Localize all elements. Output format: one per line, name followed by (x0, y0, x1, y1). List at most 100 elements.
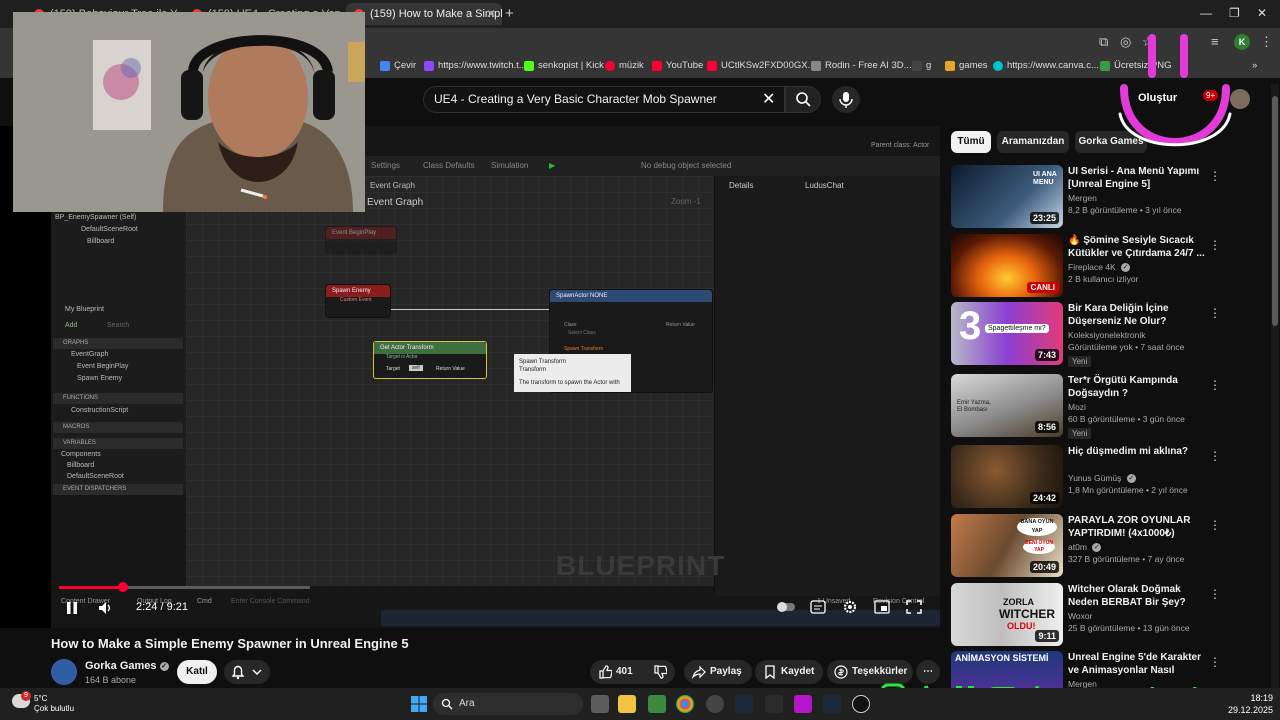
more-vertical-icon[interactable]: ⋮ (1209, 306, 1221, 320)
recommendation-channel[interactable]: Fireplace 4K ✓ (1068, 262, 1131, 272)
maximize-icon[interactable]: ❐ (1229, 6, 1240, 20)
recommendation-title[interactable]: Unreal Engine 5'de Karakter ve Animasyon… (1068, 651, 1208, 677)
steam-icon[interactable] (823, 695, 841, 713)
store-icon[interactable] (648, 695, 666, 713)
system-clock[interactable]: 18:19 29.12.2025 (1228, 692, 1273, 716)
pause-icon[interactable] (64, 600, 80, 616)
browser-tab-active[interactable]: (159) How to Make a Simple ✕ (346, 3, 502, 25)
bookmark-item[interactable]: Rodin - Free AI 3D... (811, 60, 912, 71)
more-vertical-icon[interactable]: ⋮ (1209, 587, 1221, 601)
obs-icon[interactable] (706, 695, 724, 713)
fullscreen-icon[interactable] (906, 600, 922, 614)
steam-icon[interactable] (735, 695, 753, 713)
share-button[interactable]: Paylaş (684, 660, 752, 684)
recommendation-title[interactable]: Bir Kara Deliğin İçine Düşerseniz Ne Olu… (1068, 302, 1208, 328)
recommendation-channel[interactable]: Koleksiyonelektronik (1068, 330, 1145, 340)
save-button[interactable]: Kaydet (755, 660, 823, 684)
recommendation-channel[interactable]: Woxor (1068, 611, 1092, 621)
dislike-button[interactable] (645, 660, 675, 684)
video-thumbnail[interactable]: 24:42 (951, 445, 1063, 508)
video-thumbnail[interactable]: BANA OYUN YAP BENİ OYUN YAP 20:49 (951, 514, 1063, 577)
ue-my-blueprint-panel: BP_EnemySpawner (Self) DefaultSceneRoot … (51, 208, 186, 495)
new-tab-button[interactable]: + (505, 5, 514, 22)
taskbar-search[interactable]: Ara (433, 693, 583, 715)
twitch-app-icon[interactable] (794, 695, 812, 713)
close-tab-icon[interactable]: ✕ (486, 7, 496, 21)
task-view-icon[interactable] (591, 695, 609, 713)
kick-icon (524, 60, 534, 71)
video-thumbnail[interactable]: CANLI (951, 234, 1063, 297)
page-scrollbar-thumb[interactable] (1272, 96, 1278, 326)
recommendation-item[interactable]: BANA OYUN YAP BENİ OYUN YAP 20:49 PARAYL… (951, 514, 1271, 578)
cast-icon[interactable]: ⧉ (1099, 34, 1108, 50)
chrome-icon[interactable] (676, 695, 694, 713)
bookmark-item[interactable]: games (945, 60, 988, 71)
more-vertical-icon[interactable]: ⋮ (1209, 449, 1221, 463)
epic-games-icon[interactable] (765, 695, 783, 713)
recommendation-item[interactable]: CANLI 🔥 Şömine Sesiyle Sıcacık Kütükler … (951, 234, 1271, 298)
file-explorer-icon[interactable] (618, 695, 636, 713)
close-window-icon[interactable]: ✕ (1257, 6, 1267, 20)
recommendation-channel[interactable]: Mergen (1068, 193, 1097, 203)
bookmark-item[interactable]: UCtlKSw2FXD00GX... (707, 60, 816, 71)
recommendation-title[interactable]: Witcher Olarak Doğmak Neden BERBAT Bir Ş… (1068, 583, 1208, 609)
windows-start-icon[interactable] (410, 695, 428, 713)
search-input[interactable]: UE4 - Creating a Very Basic Character Mo… (423, 86, 785, 113)
recommendation-channel[interactable]: at0m ✓ (1068, 542, 1102, 552)
thanks-button[interactable]: Teşekkürler (827, 660, 913, 684)
recommendation-item[interactable]: ZORLA WITCHER OLDU! 9:11 Witcher Olarak … (951, 583, 1271, 647)
more-vertical-icon[interactable]: ⋮ (1209, 378, 1221, 392)
bookmark-item[interactable]: senkopist | Kick (524, 60, 604, 71)
bookmark-item[interactable]: https://www.twitch.t... (424, 60, 527, 71)
channel-avatar[interactable] (51, 659, 77, 685)
progress-scrubber[interactable] (118, 582, 128, 592)
bookmark-item[interactable]: Çevir (380, 60, 416, 71)
more-vertical-icon[interactable]: ⋮ (1209, 238, 1221, 252)
recommendation-title[interactable]: Ter*r Örgütü Kampında Doğsaydın ? (1068, 374, 1208, 400)
search-button[interactable] (785, 86, 821, 113)
video-thumbnail[interactable]: Emir Yazma, El Bombası 8:56 (951, 374, 1063, 437)
more-vertical-icon[interactable]: ⋮ (1209, 518, 1221, 532)
video-thumbnail[interactable]: UI ANA MENU 23:25 (951, 165, 1063, 228)
my-blueprint-tab: My Blueprint (65, 306, 104, 313)
autoplay-toggle-icon[interactable] (776, 601, 796, 613)
recommendation-title[interactable]: Hiç düşmedim mi aklına? (1068, 445, 1208, 458)
voice-search-button[interactable] (832, 86, 860, 113)
more-actions-button[interactable]: ⋯ (916, 660, 940, 684)
chip-all[interactable]: Tümü (951, 131, 991, 153)
more-vertical-icon[interactable]: ⋮ (1209, 655, 1221, 669)
bookmark-item[interactable]: müzik (605, 60, 644, 71)
join-button[interactable]: Katıl (177, 660, 217, 684)
recommendation-title[interactable]: 🔥 Şömine Sesiyle Sıcacık Kütükler ve Çıt… (1068, 234, 1208, 260)
video-thumbnail[interactable]: ZORLA WITCHER OLDU! 9:11 (951, 583, 1063, 646)
chip-from-search[interactable]: Aramanızdan (997, 131, 1069, 153)
bookmark-item[interactable]: https://www.canva.c... (993, 60, 1099, 71)
more-vertical-icon[interactable]: ⋮ (1209, 169, 1221, 183)
bookmark-item[interactable]: g (912, 60, 931, 71)
more-menu-icon[interactable]: ⋮ (1260, 34, 1273, 50)
recommendation-title[interactable]: PARAYLA ZOR OYUNLAR YAPTIRDIM! (4x1000₺) (1068, 514, 1208, 540)
recommendation-item[interactable]: 24:42 Hiç düşmedim mi aklına? Yunus Gümü… (951, 445, 1271, 509)
miniplayer-icon[interactable] (874, 600, 890, 614)
recommendation-title[interactable]: UI Serisi - Ana Menü Yapımı [Unreal Engi… (1068, 165, 1208, 191)
bookmark-item[interactable]: YouTube (652, 60, 703, 71)
profile-avatar[interactable]: K (1234, 34, 1250, 50)
clear-search-icon[interactable]: ✕ (762, 89, 775, 109)
video-thumbnail[interactable]: 3 Spagettileşme mi? 7:43 (951, 302, 1063, 365)
recommendation-item[interactable]: UI ANA MENU 23:25 UI Serisi - Ana Menü Y… (951, 165, 1271, 229)
recommendation-item[interactable]: Emir Yazma, El Bombası 8:56 Ter*r Örgütü… (951, 374, 1271, 439)
minimize-icon[interactable]: — (1200, 6, 1212, 20)
unreal-engine-icon[interactable] (852, 695, 870, 713)
recommendation-item[interactable]: 3 Spagettileşme mi? 7:43 Bir Kara Deliği… (951, 302, 1271, 367)
channel-name[interactable]: Gorka Games ✓ (85, 660, 169, 672)
subtitles-icon[interactable] (810, 600, 826, 614)
recommendation-channel[interactable]: Yunus Gümüş ✓ (1068, 473, 1136, 483)
account-avatar[interactable] (1230, 89, 1250, 109)
settings-gear-icon[interactable] (842, 599, 858, 615)
volume-icon[interactable] (97, 600, 113, 616)
weather-widget[interactable]: 5°C Çok bulutlu (34, 694, 74, 714)
notifications-button[interactable] (224, 660, 270, 684)
ue-event-graph: Event Graph Zoom -1 Event BeginPlay Spaw… (186, 176, 714, 586)
recommendation-channel[interactable]: Mozi (1068, 402, 1086, 412)
more-bookmarks-icon[interactable]: » (1252, 60, 1257, 71)
